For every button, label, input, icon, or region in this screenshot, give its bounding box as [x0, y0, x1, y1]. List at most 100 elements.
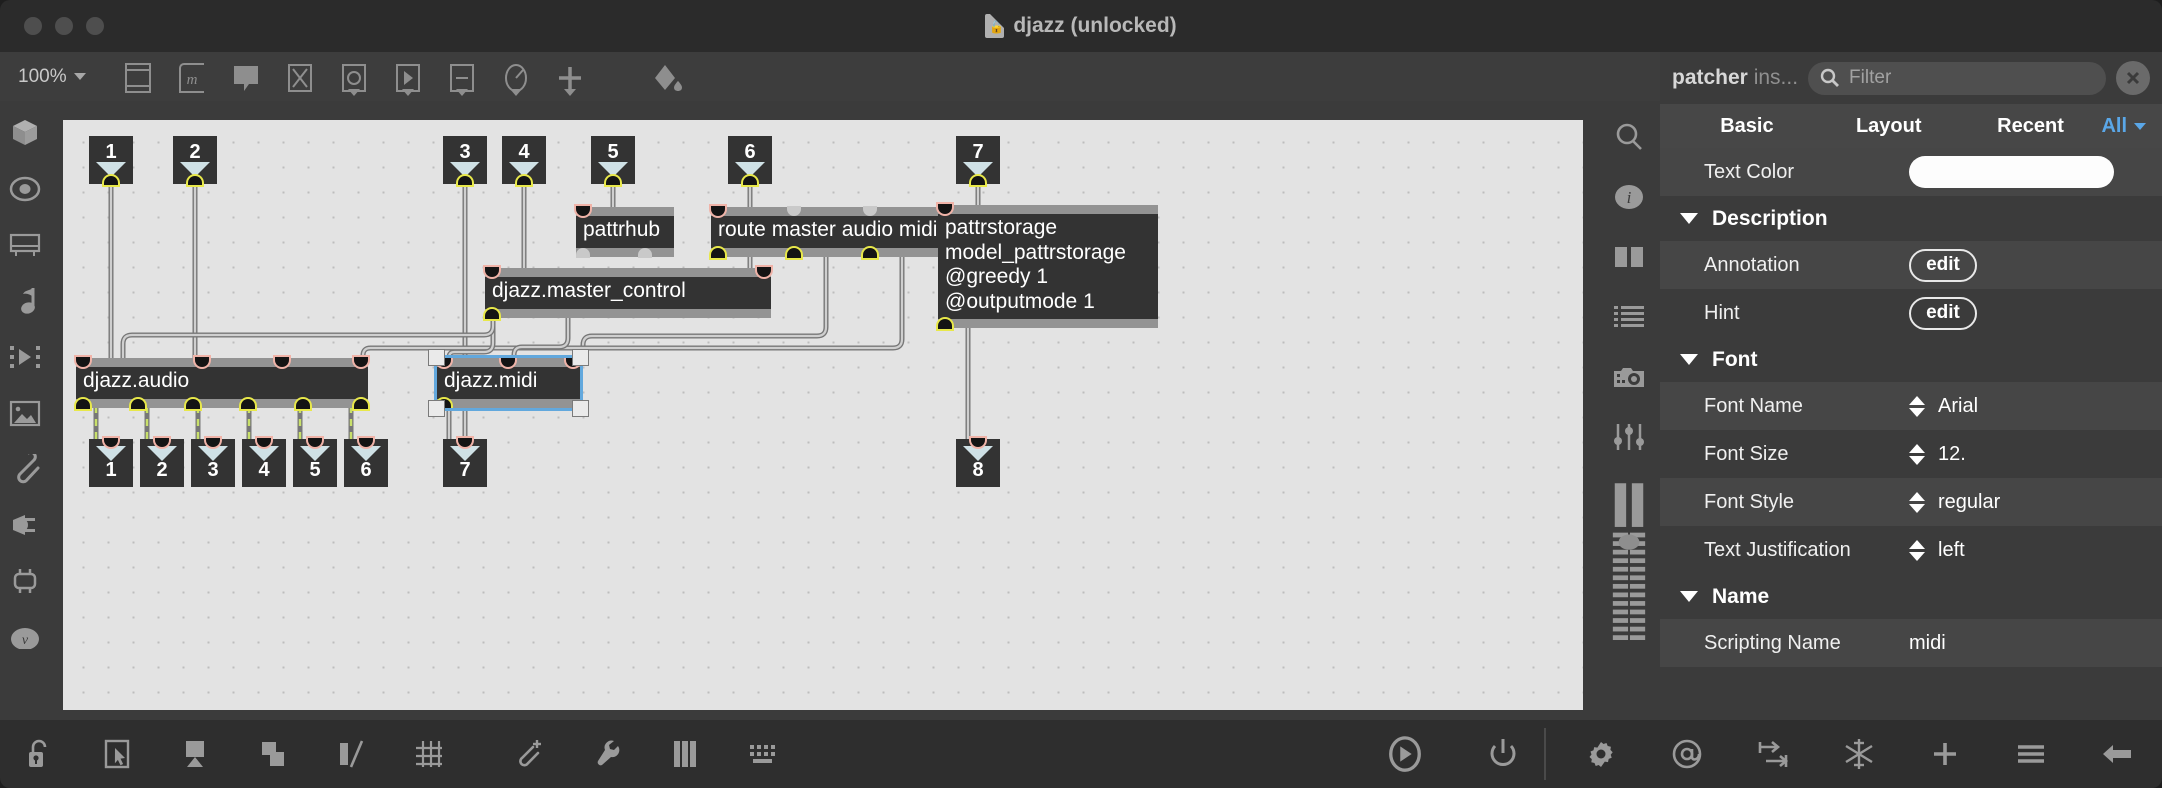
- outlet-nub[interactable]: [576, 247, 590, 258]
- sidebar-item-msp[interactable]: [8, 173, 42, 205]
- presentation-pointer-icon[interactable]: [98, 734, 136, 774]
- patcher-inlet-2[interactable]: 2: [173, 136, 217, 185]
- number-box-tool[interactable]: [446, 57, 478, 97]
- paint-bucket-tool[interactable]: [652, 57, 684, 97]
- tab-basic[interactable]: Basic: [1676, 115, 1818, 138]
- outlet-nub[interactable]: [131, 398, 145, 409]
- inlet-nub[interactable]: [195, 357, 209, 367]
- patcher-inlet-5[interactable]: 5: [591, 136, 635, 185]
- text-justification-stepper[interactable]: [1909, 539, 1925, 561]
- font-size-stepper[interactable]: [1909, 443, 1925, 465]
- filter-input[interactable]: Filter: [1808, 61, 2106, 95]
- outlet-nub[interactable]: [711, 247, 725, 258]
- message-box-tool[interactable]: m: [176, 57, 208, 97]
- patcher-outlet-8[interactable]: 8: [956, 438, 1000, 487]
- outlet-nub[interactable]: [76, 398, 90, 409]
- hint-edit-label[interactable]: edit: [1909, 296, 1977, 330]
- annotation-edit-button[interactable]: edit: [1909, 248, 1977, 282]
- outlet-nub[interactable]: [296, 398, 310, 409]
- inlet-nub[interactable]: [76, 357, 90, 367]
- search-icon[interactable]: [1610, 119, 1648, 155]
- play-icon[interactable]: [1386, 734, 1424, 774]
- layers-icon[interactable]: [254, 734, 292, 774]
- zoom-control[interactable]: 100%: [18, 66, 86, 88]
- comment-tool[interactable]: [230, 57, 262, 97]
- add-clipping-icon[interactable]: [510, 734, 548, 774]
- tab-all[interactable]: All: [2101, 115, 2146, 138]
- inlet-nub[interactable]: [485, 267, 499, 277]
- inlet-nub[interactable]: [275, 357, 289, 367]
- patcher-outlet-3[interactable]: 3: [191, 438, 235, 487]
- patch-cord[interactable]: [446, 316, 496, 363]
- inlet-nub[interactable]: [501, 357, 515, 367]
- align-icon[interactable]: [332, 734, 370, 774]
- inlet-nub[interactable]: [711, 206, 725, 216]
- sidebar-item-gen[interactable]: [8, 565, 42, 597]
- scripting-name-value[interactable]: midi: [1909, 632, 1946, 655]
- patcher-inlet-6[interactable]: 6: [728, 136, 772, 185]
- sidebar-item-vizzie[interactable]: v: [8, 621, 42, 653]
- outlet-port[interactable]: [606, 176, 620, 185]
- patcher-outlet-5[interactable]: 5: [293, 438, 337, 487]
- sidebar-item-keyboard[interactable]: [8, 229, 42, 261]
- patcher-outlet-1[interactable]: 1: [89, 438, 133, 487]
- group-name[interactable]: Name: [1660, 574, 2162, 619]
- tab-recent[interactable]: Recent: [1960, 115, 2102, 138]
- inspector-row-hint[interactable]: Hint edit: [1660, 289, 2162, 337]
- resize-handle[interactable]: [572, 349, 589, 366]
- tab-layout[interactable]: Layout: [1818, 115, 1960, 138]
- gear-icon[interactable]: [1582, 734, 1620, 774]
- patcher-outlet-7[interactable]: 7: [443, 438, 487, 487]
- hamburger-icon[interactable]: [2012, 734, 2050, 774]
- close-inspector-button[interactable]: [2116, 61, 2150, 95]
- add-tool[interactable]: [554, 57, 586, 97]
- patcher-outlet-4[interactable]: 4: [242, 438, 286, 487]
- patcher-inlet-4[interactable]: 4: [502, 136, 546, 185]
- inspector-row-text-color[interactable]: Text Color: [1660, 148, 2162, 196]
- outlet-port[interactable]: [188, 176, 202, 185]
- text-justification-field[interactable]: left: [1909, 539, 1965, 562]
- bang-tool[interactable]: [338, 57, 370, 97]
- inspector-row-font-style[interactable]: Font Style regular: [1660, 478, 2162, 526]
- info-icon[interactable]: i: [1610, 179, 1648, 215]
- outlet-nub[interactable]: [787, 247, 801, 258]
- resize-handle[interactable]: [428, 349, 445, 366]
- close-button[interactable]: [24, 17, 42, 35]
- object-pattrhub[interactable]: pattrhub: [576, 206, 674, 258]
- levels-meter-icon[interactable]: [1610, 479, 1648, 649]
- text-color-swatch[interactable]: [1909, 156, 2114, 188]
- grid-icon[interactable]: [410, 734, 448, 774]
- sidebar-item-music[interactable]: [8, 285, 42, 317]
- outlet-nub[interactable]: [241, 398, 255, 409]
- back-arrow-icon[interactable]: [2098, 734, 2136, 774]
- object-pattrstorage[interactable]: pattrstorage model_pattrstorage @greedy …: [938, 204, 1158, 330]
- outlet-port[interactable]: [104, 176, 118, 185]
- patcher-outlet-6[interactable]: 6: [344, 438, 388, 487]
- toggle-tool[interactable]: [284, 57, 316, 97]
- pin-icon[interactable]: [176, 734, 214, 774]
- group-font[interactable]: Font: [1660, 337, 2162, 382]
- outlet-port[interactable]: [517, 176, 531, 185]
- sidebar-item-devices[interactable]: [8, 509, 42, 541]
- annotation-edit-label[interactable]: edit: [1909, 248, 1977, 282]
- inspector-row-text-justification[interactable]: Text Justification left: [1660, 526, 2162, 574]
- window-controls[interactable]: [24, 17, 104, 35]
- inlet-nub[interactable]: [787, 206, 801, 216]
- inspector-row-font-name[interactable]: Font Name Arial: [1660, 382, 2162, 430]
- sidebar-item-jitter-video[interactable]: [8, 341, 42, 373]
- sidebar-item-clippings[interactable]: [8, 453, 42, 485]
- inspector-row-annotation[interactable]: Annotation edit: [1660, 241, 2162, 289]
- outlet-nub[interactable]: [863, 247, 877, 258]
- inspector-row-scripting-name[interactable]: Scripting Name midi: [1660, 619, 2162, 667]
- object-djazz-master-control[interactable]: djazz.master_control: [485, 267, 771, 319]
- freeze-icon[interactable]: [1840, 734, 1878, 774]
- columns-icon[interactable]: [1610, 239, 1648, 275]
- computer-keyboard-icon[interactable]: [744, 734, 782, 774]
- object-route-master-audio-midi[interactable]: route master audio midi: [711, 206, 960, 258]
- font-style-stepper[interactable]: [1909, 491, 1925, 513]
- resize-handle[interactable]: [572, 400, 589, 417]
- inlet-nub[interactable]: [354, 357, 368, 367]
- outlet-nub[interactable]: [485, 308, 499, 319]
- patcher-inlet-7[interactable]: 7: [956, 136, 1000, 185]
- object-box-tool[interactable]: [122, 57, 154, 97]
